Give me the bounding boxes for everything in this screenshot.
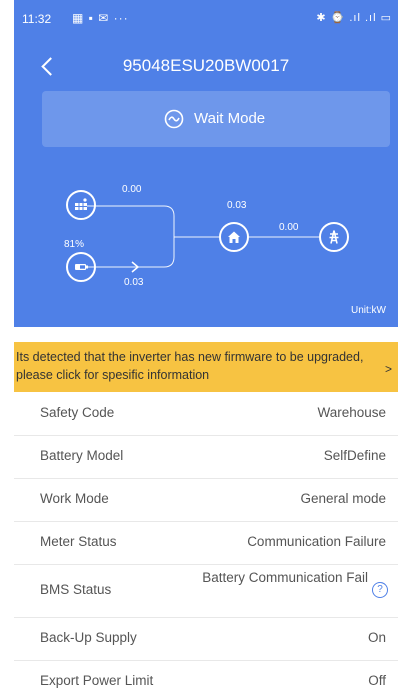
grid-tower-icon — [329, 230, 339, 244]
list-item: Work Mode General mode — [14, 479, 398, 522]
list-item: Battery Model SelfDefine — [14, 436, 398, 479]
system-status-bar: 11:32 ▦ ▪ ✉ ··· ✱ ⌚ .ıl .ıl ▭ — [14, 0, 398, 36]
list-item: Export Power Limit Off — [14, 661, 398, 688]
battery-icon — [75, 264, 88, 270]
list-item: Meter Status Communication Failure — [14, 522, 398, 565]
home-load-value: 0.03 — [227, 200, 247, 211]
power-flow-diagram: 0.00 81% 0.03 0.03 0.00 Unit:kW — [14, 160, 398, 327]
detail-value: On — [367, 630, 386, 645]
detail-value: Battery Communication Fail — [202, 570, 368, 585]
device-details-list: Safety Code Warehouse Battery Model Self… — [14, 393, 398, 688]
home-icon — [228, 231, 240, 243]
status-header-panel: 11:32 ▦ ▪ ✉ ··· ✱ ⌚ .ıl .ıl ▭ 95048ESU20… — [14, 0, 398, 327]
list-item: Back-Up Supply On — [14, 618, 398, 661]
detail-value: Communication Failure — [247, 534, 386, 549]
firmware-update-message: Its detected that the inverter has new f… — [16, 350, 364, 382]
detail-value: General mode — [300, 491, 386, 506]
detail-key: Battery Model — [40, 448, 124, 463]
battery-soc: 81% — [64, 239, 85, 250]
home-node[interactable] — [219, 222, 249, 252]
system-indicator-icons: ✱ ⌚ .ıl .ıl ▭ — [316, 12, 392, 24]
clock: 11:32 — [22, 12, 52, 26]
grid-node[interactable] — [319, 222, 349, 252]
pv-node[interactable] — [66, 190, 96, 220]
battery-power-value: 0.03 — [124, 277, 144, 288]
list-item: BMS Status Battery Communication Fail ? — [14, 565, 398, 618]
pv-power-value: 0.00 — [122, 184, 142, 195]
detail-key: Meter Status — [40, 534, 117, 549]
wave-circle-icon — [164, 109, 184, 129]
solar-panel-icon — [75, 198, 87, 210]
detail-key: BMS Status — [40, 582, 112, 597]
help-icon[interactable]: ? — [372, 582, 388, 598]
page-title: 95048ESU20BW0017 — [122, 56, 290, 75]
detail-value: Off — [368, 673, 386, 688]
list-item: Safety Code Warehouse — [14, 393, 398, 436]
detail-value: SelfDefine — [323, 448, 386, 463]
detail-key: Safety Code — [40, 405, 115, 420]
chevron-right-icon: > — [384, 362, 392, 376]
detail-key: Export Power Limit — [40, 673, 154, 688]
detail-value: Warehouse — [317, 405, 386, 420]
firmware-update-banner[interactable]: Its detected that the inverter has new f… — [14, 342, 398, 392]
notification-icons: ▦ ▪ ✉ ··· — [72, 11, 129, 25]
grid-power-value: 0.00 — [279, 222, 299, 233]
mode-label: Wait Mode — [194, 110, 266, 127]
battery-node[interactable] — [66, 252, 96, 282]
inverter-detail-screen: 11:32 ▦ ▪ ✉ ··· ✱ ⌚ .ıl .ıl ▭ 95048ESU20… — [14, 0, 398, 688]
detail-key: Work Mode — [40, 491, 109, 506]
unit-label: Unit:kW — [351, 305, 386, 316]
detail-key: Back-Up Supply — [40, 630, 137, 645]
mode-banner: Wait Mode — [42, 91, 390, 147]
